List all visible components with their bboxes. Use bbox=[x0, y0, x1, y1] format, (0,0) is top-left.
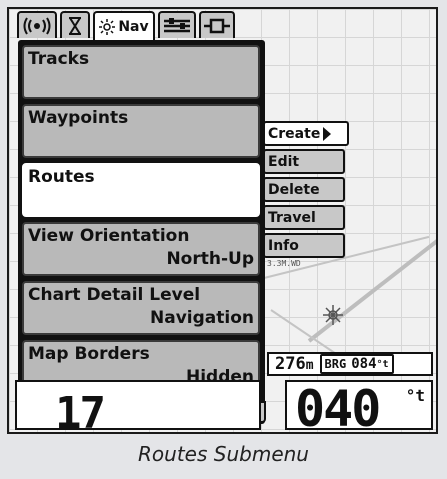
submenu-item-label: Info bbox=[268, 237, 299, 254]
menu-item-chart-detail-level[interactable]: Chart Detail Level Navigation bbox=[22, 281, 260, 335]
menu-tabs: Nav bbox=[17, 11, 235, 41]
tab-nav[interactable]: Nav bbox=[93, 11, 155, 40]
distance-readout: 276m bbox=[275, 354, 314, 374]
distance-unit: m bbox=[305, 358, 314, 373]
menu-item-waypoints[interactable]: Waypoints bbox=[22, 104, 260, 158]
submenu-item-label: Create bbox=[268, 125, 321, 142]
submenu-item-label: Edit bbox=[268, 153, 300, 170]
submenu-item-create[interactable]: Create bbox=[263, 121, 349, 146]
chart-map-view: 3.3M.WD Nav Tracks Waypoints Routes View… bbox=[9, 9, 436, 432]
menu-item-value: Navigation bbox=[150, 308, 254, 328]
accessories-plug-icon bbox=[204, 18, 230, 33]
boat-position-icon bbox=[323, 305, 343, 325]
menu-item-title: Chart Detail Level bbox=[28, 285, 201, 305]
bearing-value: 084 bbox=[351, 356, 377, 372]
submenu-item-info[interactable]: Info bbox=[263, 233, 345, 258]
submenu-item-travel[interactable]: Travel bbox=[263, 205, 345, 230]
hourglass-icon bbox=[69, 16, 81, 35]
submenu-item-label: Delete bbox=[268, 181, 320, 198]
tab-accessories[interactable] bbox=[199, 11, 235, 38]
bearing-unit: °t bbox=[376, 358, 389, 370]
tab-timer[interactable] bbox=[60, 11, 90, 38]
setup-sliders-icon bbox=[164, 17, 190, 32]
sun-icon bbox=[99, 18, 116, 35]
menu-item-title: Routes bbox=[28, 167, 95, 187]
menu-item-view-orientation[interactable]: View Orientation North-Up bbox=[22, 222, 260, 276]
menu-item-tracks[interactable]: Tracks bbox=[22, 45, 260, 99]
arrow-right-icon bbox=[323, 126, 332, 141]
menu-item-routes[interactable]: Routes bbox=[22, 163, 260, 217]
bearing-readout: BRG 084 °t bbox=[319, 354, 394, 374]
heading-digit-box: 040 °t bbox=[285, 380, 433, 432]
tab-sonar[interactable] bbox=[17, 11, 57, 38]
left-digit-box: 17 bbox=[15, 380, 261, 432]
heading-value: 040 bbox=[295, 380, 381, 434]
left-digits: 17 bbox=[55, 388, 106, 434]
device-screen-frame: 3.3M.WD Nav Tracks Waypoints Routes View… bbox=[7, 7, 438, 434]
nav-menu: Tracks Waypoints Routes View Orientation… bbox=[18, 40, 265, 424]
menu-item-value: North-Up bbox=[166, 249, 254, 269]
menu-item-title: Tracks bbox=[28, 49, 90, 69]
submenu-item-delete[interactable]: Delete bbox=[263, 177, 345, 202]
figure-caption: Routes Submenu bbox=[138, 442, 309, 466]
menu-item-title: Map Borders bbox=[28, 344, 150, 364]
menu-item-title: Waypoints bbox=[28, 108, 129, 128]
tab-setup[interactable] bbox=[158, 11, 196, 38]
distance-value: 276 bbox=[275, 354, 306, 374]
submenu-item-edit[interactable]: Edit bbox=[263, 149, 345, 174]
bearing-label: BRG bbox=[324, 357, 347, 371]
distance-bearing-readout: 276m BRG 084 °t bbox=[267, 352, 433, 376]
waypoint-label: 3.3M.WD bbox=[267, 259, 301, 268]
sonar-icon bbox=[23, 16, 51, 35]
tab-nav-label: Nav bbox=[118, 18, 149, 35]
heading-unit: °t bbox=[405, 386, 425, 405]
submenu-item-label: Travel bbox=[268, 209, 316, 226]
menu-item-title: View Orientation bbox=[28, 226, 190, 246]
